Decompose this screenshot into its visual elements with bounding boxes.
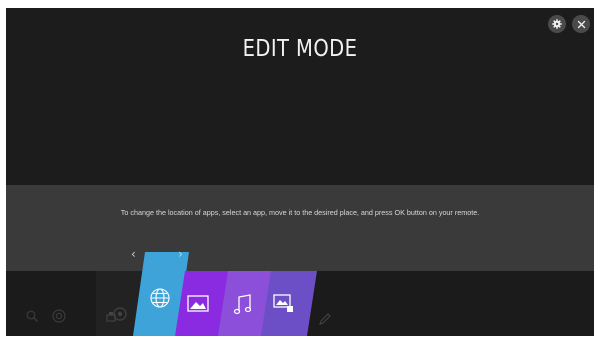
- tv-screen: EDIT MODE To change the location of apps…: [6, 8, 594, 336]
- input-hub-icon: [106, 307, 127, 322]
- instruction-band: To change the location of apps, select a…: [6, 185, 594, 271]
- settings-circle-icon[interactable]: [52, 309, 66, 323]
- globe-icon: [150, 288, 170, 308]
- move-right-arrow[interactable]: ›: [178, 248, 183, 260]
- close-icon: [577, 20, 585, 28]
- pencil-icon[interactable]: [318, 312, 332, 326]
- close-button[interactable]: [572, 15, 590, 33]
- image-icon: [187, 295, 209, 312]
- instruction-text: To change the location of apps, select a…: [120, 208, 480, 217]
- gear-icon: [552, 19, 562, 29]
- music-icon: [233, 294, 252, 315]
- move-left-arrow[interactable]: ‹: [131, 248, 136, 260]
- gallery-tile[interactable]: [261, 271, 317, 336]
- search-icon[interactable]: [26, 310, 38, 322]
- top-controls: [548, 15, 590, 33]
- settings-button[interactable]: [548, 15, 566, 33]
- page-title: EDIT MODE: [242, 36, 358, 62]
- photo-gallery-icon: [273, 294, 293, 312]
